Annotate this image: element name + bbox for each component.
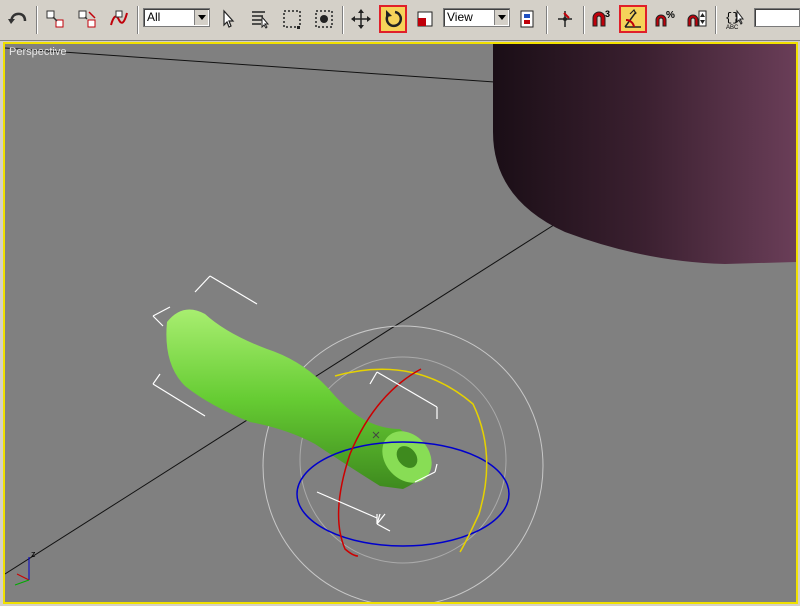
pivot-center-icon xyxy=(520,10,534,28)
select-link-button[interactable] xyxy=(41,5,69,33)
select-rotate-button[interactable] xyxy=(379,5,407,33)
angle-snap-toggle-button[interactable] xyxy=(619,5,647,33)
bind-space-warp-button[interactable] xyxy=(105,5,133,33)
toolbar-separator xyxy=(546,6,548,34)
toolbar-separator xyxy=(36,6,38,34)
grid-line xyxy=(5,47,524,85)
scale-icon xyxy=(417,11,433,27)
bottle-object[interactable] xyxy=(166,309,441,493)
window-crossing-icon xyxy=(315,10,333,28)
axis-tripod: z xyxy=(14,549,36,586)
rect-selection-button[interactable] xyxy=(278,5,306,33)
rotate-icon xyxy=(385,10,403,28)
named-selection-sets-button[interactable]: {} ABC xyxy=(721,5,749,33)
manipulate-icon xyxy=(558,11,572,27)
toolbar-separator xyxy=(583,6,585,34)
bind-space-warp-icon xyxy=(110,10,128,26)
spinner-snap-button[interactable] xyxy=(683,5,711,33)
named-selection-icon: {}ABC xyxy=(725,9,744,30)
selection-filter-dropdown[interactable]: All xyxy=(143,8,210,27)
angle-snap-icon xyxy=(624,8,641,28)
select-manipulate-button[interactable] xyxy=(551,5,579,33)
percent-snap-icon: % xyxy=(655,10,675,27)
perspective-viewport[interactable]: z Perspective xyxy=(3,42,798,604)
undo-button[interactable] xyxy=(4,5,32,33)
pivot-center-button[interactable] xyxy=(514,5,542,33)
selection-filter-value: All xyxy=(147,10,161,24)
move-icon xyxy=(351,9,371,29)
cylinder-object[interactable] xyxy=(493,44,796,264)
spinner-snap-icon xyxy=(687,10,707,27)
select-move-button[interactable] xyxy=(347,5,375,33)
coordinate-system-dropdown[interactable]: View xyxy=(443,8,510,27)
select-arrow-icon xyxy=(223,9,235,28)
coordinate-system-value: View xyxy=(447,10,473,24)
snap-3d-label: 3 xyxy=(605,9,610,19)
svg-text:ABC: ABC xyxy=(726,25,739,30)
select-scale-button[interactable] xyxy=(411,5,439,33)
toolbar-separator xyxy=(137,6,139,34)
percent-label: % xyxy=(666,10,675,21)
select-by-name-button[interactable] xyxy=(246,5,274,33)
undo-arrow-icon xyxy=(8,12,27,24)
unlink-selection-button[interactable] xyxy=(73,5,101,33)
unlink-icon xyxy=(78,10,96,28)
percent-snap-button[interactable]: % xyxy=(651,5,679,33)
rect-selection-icon xyxy=(283,10,301,29)
axis-tripod-z-label: z xyxy=(31,549,36,559)
select-object-button[interactable] xyxy=(214,5,242,33)
snap-magnet-icon: 3 xyxy=(592,9,610,27)
main-toolbar: All View 3 % {} ABC xyxy=(0,0,800,41)
select-link-icon xyxy=(46,10,64,28)
named-selection-input[interactable] xyxy=(754,8,800,27)
chevron-down-icon xyxy=(494,10,508,25)
select-by-name-icon xyxy=(252,11,270,29)
viewport-scene[interactable]: z xyxy=(5,44,796,602)
window-crossing-button[interactable] xyxy=(310,5,338,33)
chevron-down-icon xyxy=(194,10,208,25)
toolbar-separator xyxy=(715,6,717,34)
snaps-toggle-button[interactable]: 3 xyxy=(587,5,615,33)
toolbar-separator xyxy=(342,6,344,34)
viewport-label[interactable]: Perspective xyxy=(9,46,66,58)
